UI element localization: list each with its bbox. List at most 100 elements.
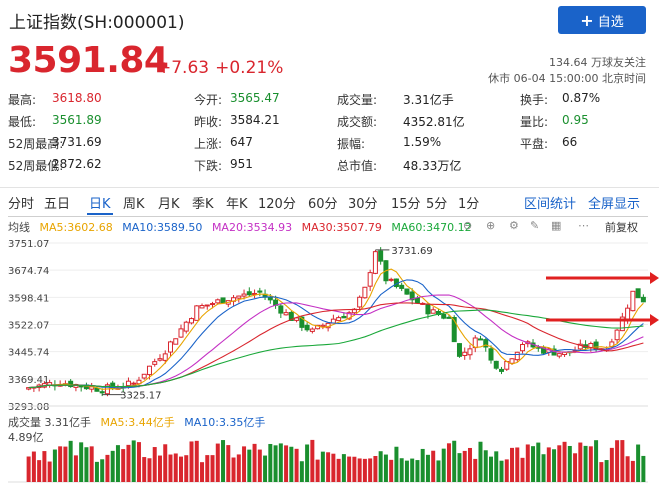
candle-body — [509, 358, 515, 364]
candle-body — [414, 297, 420, 304]
red-arrow-top-head — [650, 272, 659, 284]
y-tick-label: 3674.74 — [8, 266, 49, 277]
candle-body — [336, 317, 342, 322]
volume-bar — [546, 447, 551, 482]
candle-body — [456, 343, 462, 357]
volume-bar — [100, 459, 105, 482]
candle-body — [441, 313, 447, 319]
kline-chart[interactable]: 3751.073674.743598.413522.073445.743369.… — [0, 0, 659, 485]
volume-bar — [136, 442, 141, 482]
candle-body — [388, 278, 394, 281]
candle-body — [173, 338, 179, 345]
volume-bar — [620, 440, 625, 482]
volume-bar — [215, 443, 220, 482]
candle-body — [462, 351, 468, 356]
volume-bar — [436, 460, 441, 482]
candle-body — [488, 348, 494, 361]
volume-bar — [31, 451, 36, 482]
volume-bar — [425, 454, 430, 482]
volume-bar — [446, 443, 451, 482]
volume-bar — [205, 455, 210, 482]
candle-body — [425, 303, 431, 315]
volume-bar — [200, 462, 205, 482]
candle-body — [152, 361, 158, 365]
candle-body — [131, 382, 137, 385]
volume-bar — [142, 457, 147, 482]
volume-bar — [47, 461, 52, 482]
volume-bar — [52, 449, 57, 482]
y-tick-label: 3522.07 — [8, 321, 49, 332]
volume-bar — [462, 450, 467, 482]
volume-bar — [573, 453, 578, 482]
volume-bar — [294, 448, 299, 482]
volume-bar — [115, 445, 120, 482]
volume-bar — [163, 444, 168, 482]
volume-bar — [410, 458, 415, 482]
volume-bar — [284, 445, 289, 482]
candle-body — [372, 251, 378, 274]
volume-bar — [494, 451, 499, 482]
volume-bar — [273, 445, 278, 482]
volume-bar — [562, 441, 567, 482]
red-arrow-bottom-head — [650, 314, 659, 326]
volume-bar — [368, 458, 373, 482]
volume-bar — [184, 455, 189, 482]
candle-body — [399, 284, 405, 289]
volume-bar — [26, 456, 31, 482]
candle-body — [241, 293, 247, 297]
volume-bar — [415, 460, 420, 482]
volume-bar — [636, 444, 641, 482]
volume-label: 成交量 3.31亿手 — [8, 416, 91, 429]
candle-body — [556, 353, 562, 357]
candle-body — [477, 338, 483, 341]
volume-bar — [352, 456, 357, 482]
volume-bar — [189, 441, 194, 482]
volume-bar — [541, 454, 546, 482]
candle-body — [430, 309, 436, 314]
volume-bar — [452, 440, 457, 482]
volume-bar — [389, 459, 394, 482]
volume-bar — [457, 453, 462, 482]
volume-bar — [310, 439, 315, 482]
candle-body — [404, 288, 410, 295]
candle-body — [362, 286, 368, 299]
candle-body — [157, 358, 163, 361]
candle-body — [493, 360, 499, 369]
volume-bar — [263, 455, 268, 482]
candle-body — [167, 341, 173, 353]
candle-body — [520, 344, 526, 352]
volume-bar — [510, 447, 515, 482]
volume-bar — [121, 449, 126, 482]
volume-bar — [168, 454, 173, 482]
candle-body — [146, 365, 152, 376]
volume-bar — [299, 461, 304, 482]
volume-bar — [357, 458, 362, 482]
volume-bar — [305, 444, 310, 482]
volume-bar — [152, 447, 157, 482]
volume-bar — [362, 458, 367, 482]
volume-bar — [252, 443, 257, 482]
candle-body — [378, 250, 384, 262]
volume-bar — [525, 444, 530, 482]
volume-bar — [68, 440, 73, 482]
candle-body — [220, 297, 226, 304]
candle-body — [278, 305, 284, 314]
candle-body — [210, 303, 216, 306]
volume-bar — [531, 446, 536, 482]
volume-bar — [58, 446, 63, 482]
candle-body — [625, 307, 631, 321]
candle-body — [309, 328, 315, 332]
candle-body — [68, 380, 74, 388]
candle-body — [630, 290, 636, 312]
volume-bar — [42, 451, 47, 482]
candle-body — [215, 299, 221, 304]
volume-bar — [394, 446, 399, 482]
volume-bar — [609, 447, 614, 482]
volume-bar — [504, 459, 509, 482]
candle-body — [357, 296, 363, 308]
volume-bar — [588, 446, 593, 482]
candle-body — [189, 318, 195, 324]
candle-body — [99, 391, 105, 394]
volume-bar — [515, 447, 520, 482]
volume-bar — [378, 451, 383, 482]
